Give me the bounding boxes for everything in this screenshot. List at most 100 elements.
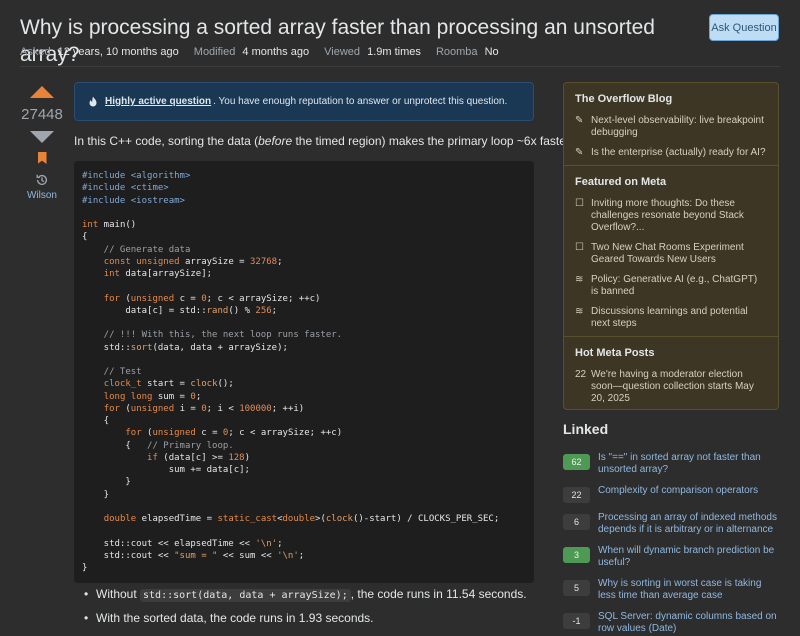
linked-question-link[interactable]: Why is sorting in worst case is taking l… xyxy=(598,578,779,602)
linked-question-link[interactable]: Is "==" in sorted array not faster than … xyxy=(598,452,779,476)
code-token: std:: xyxy=(82,342,131,353)
code-line: std::cout << "sum = " << sum << '\n'; xyxy=(82,550,526,562)
blog-item-text[interactable]: Is the enterprise (actually) ready for A… xyxy=(591,147,766,159)
code-token: ( xyxy=(119,403,131,414)
code-token: int xyxy=(103,269,120,279)
meta-item-text[interactable]: Discussions learnings and potential next… xyxy=(591,306,767,330)
linked-item[interactable]: 5 Why is sorting in worst case is taking … xyxy=(563,578,779,602)
code-token: '\n' xyxy=(277,550,299,561)
code-token: "sum = " xyxy=(174,550,218,561)
meta-asked-value: 12 years, 10 months ago xyxy=(57,46,179,58)
linked-question-link[interactable]: SQL Server: dynamic columns based on row… xyxy=(598,611,779,635)
comment-icon: ☐ xyxy=(575,198,584,209)
intro-emphasis: before xyxy=(258,134,293,148)
bullet-unsorted-pre: Without xyxy=(96,587,141,601)
linked-item[interactable]: 6 Processing an array of indexed methods … xyxy=(563,512,779,536)
meta-item[interactable]: ☐ Two New Chat Rooms Experiment Geared T… xyxy=(564,240,778,272)
blog-item[interactable]: ✎ Is the enterprise (actually) ready for… xyxy=(564,145,778,165)
meta-item-text[interactable]: Policy: Generative AI (e.g., ChatGPT) is… xyxy=(591,274,767,298)
notice-text: . You have enough reputation to answer o… xyxy=(213,96,508,107)
code-line: // !!! With this, the next loop runs fas… xyxy=(82,329,526,341)
meta-section: Featured on Meta ☐ Inviting more thought… xyxy=(564,165,778,336)
code-line: for (unsigned c = 0; c < arraySize; ++c) xyxy=(82,427,526,439)
code-token: clock xyxy=(190,379,218,390)
code-line: clock_t start = clock(); xyxy=(82,378,526,390)
code-token: () % xyxy=(228,305,256,316)
blog-item-text[interactable]: Next-level observability: live breakpoin… xyxy=(591,115,767,139)
meta-modified-value[interactable]: 4 months ago xyxy=(242,46,309,58)
code-token: // Primary loop. xyxy=(147,440,234,451)
code-token: start = xyxy=(141,379,191,390)
pencil-icon: ✎ xyxy=(575,147,584,158)
pencil-icon: ✎ xyxy=(575,115,584,126)
code-token: c = xyxy=(174,293,202,304)
blog-list: ✎ Next-level observability: live breakpo… xyxy=(564,113,778,165)
code-token: ; ++i) xyxy=(271,403,305,414)
linked-list: 62 Is "==" in sorted array not faster tha… xyxy=(563,452,779,636)
code-token: if xyxy=(147,452,158,463)
featured-meta-title: Featured on Meta xyxy=(575,176,667,188)
author-link[interactable]: Wilson xyxy=(27,190,57,201)
linked-question-link[interactable]: Complexity of comparison operators xyxy=(598,485,758,503)
upvote-icon[interactable] xyxy=(30,86,54,98)
code-token: ; xyxy=(277,538,283,549)
linked-question-link[interactable]: Processing an array of indexed methods d… xyxy=(598,512,779,536)
bookmark-icon[interactable] xyxy=(37,152,47,164)
hot-meta-text[interactable]: We're having a moderator election soon—q… xyxy=(591,369,767,405)
stack-icon: ≋ xyxy=(575,306,584,317)
linked-title: Linked xyxy=(563,421,609,437)
highly-active-link[interactable]: Highly active question xyxy=(105,96,211,107)
code-line: // Generate data xyxy=(82,244,526,256)
meta-item[interactable]: ≋ Policy: Generative AI (e.g., ChatGPT) … xyxy=(564,272,778,304)
code-token: ; xyxy=(195,391,202,402)
blog-title: The Overflow Blog xyxy=(575,93,673,105)
code-token: for xyxy=(125,428,142,439)
linked-question-link[interactable]: When will dynamic branch prediction be u… xyxy=(598,545,779,569)
linked-item[interactable]: -1 SQL Server: dynamic columns based on r… xyxy=(563,611,779,635)
code-token: static_cast xyxy=(217,514,278,524)
code-line: int data[arraySize]; xyxy=(82,268,526,280)
sidebar-widget: The Overflow Blog ✎ Next-level observabi… xyxy=(563,82,779,410)
code-token: { xyxy=(82,232,88,243)
code-line: long long sum = 0; xyxy=(82,391,526,403)
header-divider xyxy=(20,66,780,67)
meta-item[interactable]: ≋ Discussions learnings and potential ne… xyxy=(564,304,778,336)
linked-item[interactable]: 22 Complexity of comparison operators xyxy=(563,485,779,503)
code-token: const unsigned xyxy=(103,256,180,267)
linked-item[interactable]: 3 When will dynamic branch prediction be … xyxy=(563,545,779,569)
code-token: sum = xyxy=(152,391,191,402)
meta-item-text[interactable]: Inviting more thoughts: Do these challen… xyxy=(591,198,767,234)
code-token: elapsedTime = xyxy=(136,514,218,524)
code-line: std::sort(data, data + arraySize); xyxy=(82,342,526,354)
hot-meta-item[interactable]: 22 We're having a moderator election soo… xyxy=(564,367,778,411)
history-icon[interactable] xyxy=(35,173,49,187)
hot-meta-section: Hot Meta Posts 22 We're having a moderat… xyxy=(564,336,778,411)
downvote-icon[interactable] xyxy=(30,131,54,143)
code-block[interactable]: #include <algorithm> #include <ctime> #inc… xyxy=(74,161,534,583)
code-token: c = xyxy=(195,428,223,439)
code-token: std::cout << xyxy=(82,550,175,561)
code-token: (data, data + arraySize); xyxy=(152,342,288,353)
code-line: std::cout << elapsedTime << '\n'; xyxy=(82,538,526,550)
hot-meta-title: Hot Meta Posts xyxy=(575,347,655,359)
meta-asked-label: Asked xyxy=(20,46,51,58)
code-token: (data[c] >= xyxy=(157,452,229,463)
code-token: } xyxy=(82,489,110,500)
blog-item[interactable]: ✎ Next-level observability: live breakpo… xyxy=(564,113,778,145)
ask-question-button[interactable]: Ask Question xyxy=(709,14,779,41)
code-line: { xyxy=(82,231,526,243)
bullet-unsorted-post: , the code runs in 11.54 seconds. xyxy=(350,587,527,601)
code-token: for xyxy=(103,293,120,304)
question-title[interactable]: Why is processing a sorted array faster … xyxy=(20,14,690,68)
code-token: for xyxy=(103,403,120,414)
linked-score-badge: -1 xyxy=(563,613,590,629)
meta-item-text[interactable]: Two New Chat Rooms Experiment Geared Tow… xyxy=(591,242,767,266)
linked-item[interactable]: 62 Is "==" in sorted array not faster tha… xyxy=(563,452,779,476)
meta-item[interactable]: ☐ Inviting more thoughts: Do these chall… xyxy=(564,196,778,240)
